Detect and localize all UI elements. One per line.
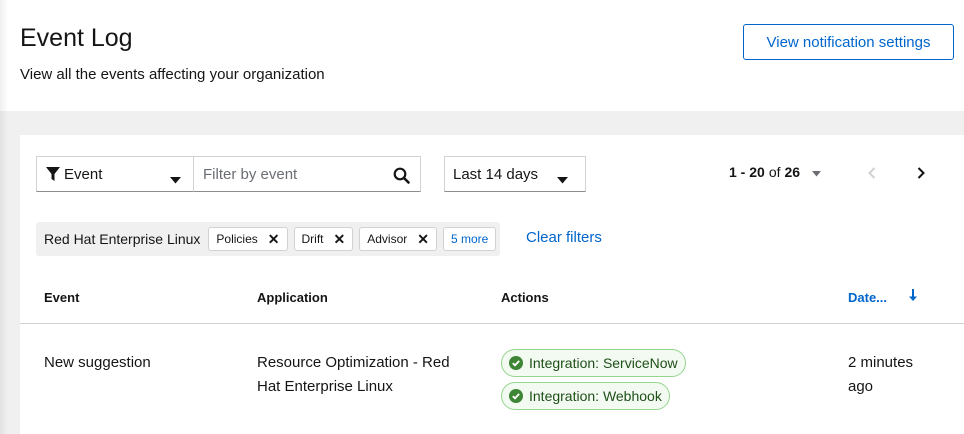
filter-type-label: Event xyxy=(64,165,103,183)
sort-descending-icon[interactable] xyxy=(908,289,918,307)
chip-label: Advisor xyxy=(367,232,408,246)
date-cell: 2 minutes ago xyxy=(848,351,913,399)
filter-type-select[interactable]: Event xyxy=(36,156,194,192)
previous-page-button[interactable] xyxy=(868,166,876,184)
search-icon[interactable] xyxy=(393,167,410,188)
pagination-total: 26 xyxy=(784,164,801,180)
page-header: Event Log View all the events affecting … xyxy=(0,0,964,111)
filter-chip-group: Red Hat Enterprise Linux Policies ✕ Drif… xyxy=(36,222,501,256)
chip-label: Policies xyxy=(216,232,258,246)
filter-chip: Advisor ✕ xyxy=(359,227,437,251)
date-line: 2 minutes xyxy=(848,354,914,371)
event-cell: New suggestion xyxy=(44,354,151,371)
close-icon[interactable]: ✕ xyxy=(334,232,346,246)
application-line: Resource Optimization - Red xyxy=(257,354,450,371)
pagination-of: of xyxy=(768,164,781,180)
check-circle-icon xyxy=(509,356,523,370)
page-title: Event Log xyxy=(20,24,133,52)
check-circle-icon xyxy=(509,389,523,403)
pagination-range: 1 - 20 xyxy=(729,164,765,180)
view-notification-settings-button[interactable]: View notification settings xyxy=(743,24,954,60)
search-placeholder: Filter by event xyxy=(203,165,298,183)
close-icon[interactable]: ✕ xyxy=(417,232,429,246)
chip-group-category: Red Hat Enterprise Linux xyxy=(44,231,201,247)
application-line: Hat Enterprise Linux xyxy=(257,378,393,395)
caret-down-icon xyxy=(812,164,822,180)
pagination-toggle[interactable]: 1 - 20 of 26 xyxy=(729,164,822,180)
event-log-card: Event Filter by event Last 14 days 1 - 2… xyxy=(20,135,964,434)
column-header-actions: Actions xyxy=(501,290,549,305)
action-label-text: Integration: Webhook xyxy=(529,388,662,404)
page-subtitle: View all the events affecting your organ… xyxy=(20,66,325,83)
table-row: New suggestion Resource Optimization - R… xyxy=(20,325,964,434)
filter-chip: Drift ✕ xyxy=(293,227,354,251)
close-icon[interactable]: ✕ xyxy=(268,232,280,246)
next-page-button[interactable] xyxy=(917,166,925,184)
filter-icon xyxy=(46,166,60,182)
more-chips-button[interactable]: 5 more xyxy=(443,227,497,251)
column-header-application: Application xyxy=(257,290,328,305)
date-line: ago xyxy=(848,378,874,395)
filter-search-input[interactable]: Filter by event xyxy=(194,156,421,192)
date-range-label: Last 14 days xyxy=(453,165,539,183)
column-header-date[interactable]: Date... xyxy=(848,290,887,305)
filter-chip: Policies ✕ xyxy=(208,227,288,251)
date-range-select[interactable]: Last 14 days xyxy=(444,156,586,192)
chip-label: Drift xyxy=(301,232,324,246)
application-cell: Resource Optimization - Red Hat Enterpri… xyxy=(257,351,450,399)
column-header-event: Event xyxy=(44,290,80,305)
caret-down-icon xyxy=(170,171,181,188)
caret-down-icon xyxy=(557,171,568,188)
action-label: Integration: ServiceNow xyxy=(501,349,686,377)
clear-filters-link[interactable]: Clear filters xyxy=(526,229,602,246)
action-label: Integration: Webhook xyxy=(501,382,670,410)
table-header: Event Application Actions Date... xyxy=(20,275,964,324)
action-label-text: Integration: ServiceNow xyxy=(529,355,678,371)
